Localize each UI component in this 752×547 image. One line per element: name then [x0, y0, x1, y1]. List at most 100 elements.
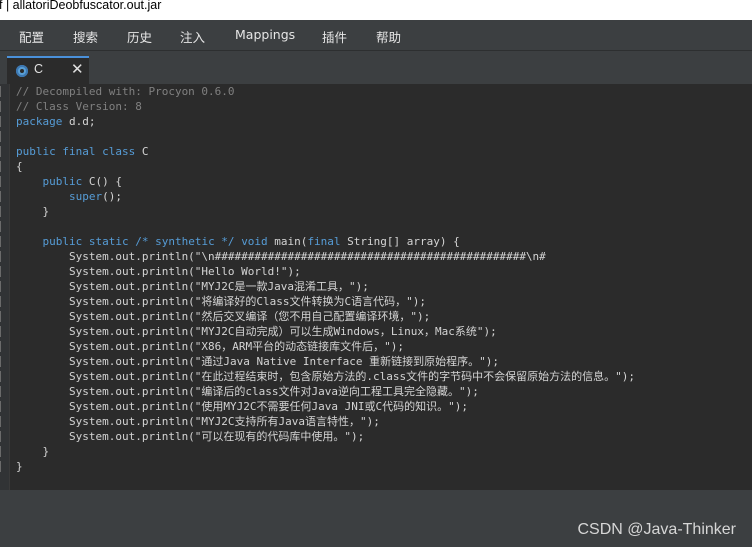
code-keyword: super [68, 190, 103, 203]
menu-plugins[interactable]: 插件 [322, 27, 347, 46]
gutter-marker [0, 401, 5, 412]
code-keyword: public final class [16, 145, 136, 158]
code-text: main( [267, 235, 308, 248]
menu-mappings[interactable]: Mappings [235, 27, 295, 42]
code-line: { [16, 159, 635, 174]
menu-help[interactable]: 帮助 [376, 27, 401, 46]
gutter-marker [0, 116, 5, 127]
code-text: } [16, 460, 23, 473]
code-line: public static /* synthetic */ void main(… [16, 234, 635, 249]
gutter-marker [0, 101, 5, 112]
watermark: CSDN @Java-Thinker [577, 521, 737, 538]
code-line: super(); [16, 189, 635, 204]
code-line: public C() { [16, 174, 635, 189]
code-line: System.out.println("X86，ARM平台的动态链接库文件后，"… [16, 339, 635, 354]
gutter-marker [0, 371, 5, 382]
menu-history[interactable]: 历史 [127, 27, 152, 46]
code-text: System.out.println("通过Java Native Interf… [16, 355, 499, 368]
gutter-marker [0, 221, 5, 232]
code-line: System.out.println("\n##################… [16, 249, 635, 264]
code-line: } [16, 459, 635, 474]
code-line: System.out.println("使用MYJ2C不需要任何Java JNI… [16, 399, 635, 414]
gutter-marker [0, 176, 5, 187]
menu-search[interactable]: 搜索 [73, 27, 98, 46]
code-text: (); [102, 190, 122, 203]
window-title: f | allatoriDeobfuscator.out.jar [0, 0, 162, 12]
code-line: System.out.println("Hello World!"); [16, 264, 635, 279]
code-line: System.out.println("然后交叉编译（您不用自己配置编译环境，"… [16, 309, 635, 324]
code-line: System.out.println("MYJ2C是一款Java混淆工具，"); [16, 279, 635, 294]
code-line: // Decompiled with: Procyon 0.6.0 [16, 84, 635, 99]
menu-config[interactable]: 配置 [19, 27, 44, 46]
code-text: System.out.println("编译后的class文件对Java逆向工程… [16, 385, 479, 398]
code-comment: // Decompiled with: Procyon 0.6.0 [16, 85, 235, 98]
gutter-marker [0, 131, 5, 142]
tab-class-c[interactable]: C ✕ [7, 56, 89, 84]
code-line: } [16, 204, 635, 219]
code-text: System.out.println("将编译好的Class文件转换为C语言代码… [16, 295, 427, 308]
gutter-marker [0, 326, 5, 337]
code-line: System.out.println("在此过程结束时，包含原始方法的.clas… [16, 369, 635, 384]
code-text: System.out.println("MYJ2C支持所有Java语言特性，")… [16, 415, 380, 428]
gutter-marker [0, 461, 5, 472]
gutter-marker [0, 146, 5, 157]
code-text: System.out.println("在此过程结束时，包含原始方法的.clas… [16, 370, 636, 383]
gutter-marker [0, 416, 5, 427]
close-icon[interactable]: ✕ [71, 60, 84, 78]
code-line: System.out.println("通过Java Native Interf… [16, 354, 635, 369]
code-text: } [16, 205, 50, 218]
code-text: { [16, 160, 23, 173]
gutter-marker [0, 296, 5, 307]
gutter-marker [0, 266, 5, 277]
menu-inject[interactable]: 注入 [180, 27, 205, 46]
code-line: System.out.println("MYJ2C自动完成）可以生成Window… [16, 324, 635, 339]
tab-label: C [34, 62, 44, 76]
gutter-marker [0, 161, 5, 172]
code-text: C() { [82, 175, 122, 188]
code-text: System.out.println("MYJ2C自动完成）可以生成Window… [16, 325, 497, 338]
code-line: System.out.println("MYJ2C支持所有Java语言特性，")… [16, 414, 635, 429]
code-view[interactable]: // Decompiled with: Procyon 0.6.0 // Clas… [16, 84, 635, 474]
code-line: System.out.println("将编译好的Class文件转换为C语言代码… [16, 294, 635, 309]
gutter-marker [0, 386, 5, 397]
window-titlebar: f | allatoriDeobfuscator.out.jar [0, 0, 752, 20]
code-line: System.out.println("可以在现有的代码库中使用。"); [16, 429, 635, 444]
code-text: System.out.println("Hello World!"); [16, 265, 301, 278]
gutter-marker [0, 446, 5, 457]
code-keyword: package [16, 115, 63, 128]
menu-bar: 配置 搜索 历史 注入 Mappings 插件 帮助 [0, 20, 752, 50]
gutter-marker [0, 206, 5, 217]
code-text: } [16, 445, 50, 458]
code-text: System.out.println("MYJ2C是一款Java混淆工具，"); [16, 280, 369, 293]
code-keyword: final [307, 235, 341, 248]
gutter-marker [0, 431, 5, 442]
code-keyword: /* synthetic */ [135, 235, 235, 248]
code-line: public final class C [16, 144, 635, 159]
code-text: System.out.println("\n##################… [16, 250, 546, 263]
class-file-icon [16, 65, 28, 77]
code-comment: // Class Version: 8 [16, 100, 142, 113]
code-line: // Class Version: 8 [16, 99, 635, 114]
code-keyword: void [241, 235, 268, 248]
code-text: System.out.println("可以在现有的代码库中使用。"); [16, 430, 365, 443]
code-keyword: public static [42, 235, 129, 248]
code-text: System.out.println("X86，ARM平台的动态链接库文件后，"… [16, 340, 405, 353]
code-line: package d.d; [16, 114, 635, 129]
gutter-marker [0, 311, 5, 322]
gutter-marker [0, 191, 5, 202]
code-line: System.out.println("编译后的class文件对Java逆向工程… [16, 384, 635, 399]
gutter-marker [0, 281, 5, 292]
code-text: d.d; [62, 115, 96, 128]
code-text: System.out.println("使用MYJ2C不需要任何Java JNI… [16, 400, 469, 413]
code-line: } [16, 444, 635, 459]
gutter-marker [0, 86, 5, 97]
gutter-marker [0, 236, 5, 247]
code-text: String[] array) { [340, 235, 460, 248]
gutter-marker [0, 356, 5, 367]
code-text: System.out.println("然后交叉编译（您不用自己配置编译环境，"… [16, 310, 431, 323]
editor-gutter [0, 84, 10, 490]
code-editor[interactable]: // Decompiled with: Procyon 0.6.0 // Clas… [0, 84, 752, 490]
